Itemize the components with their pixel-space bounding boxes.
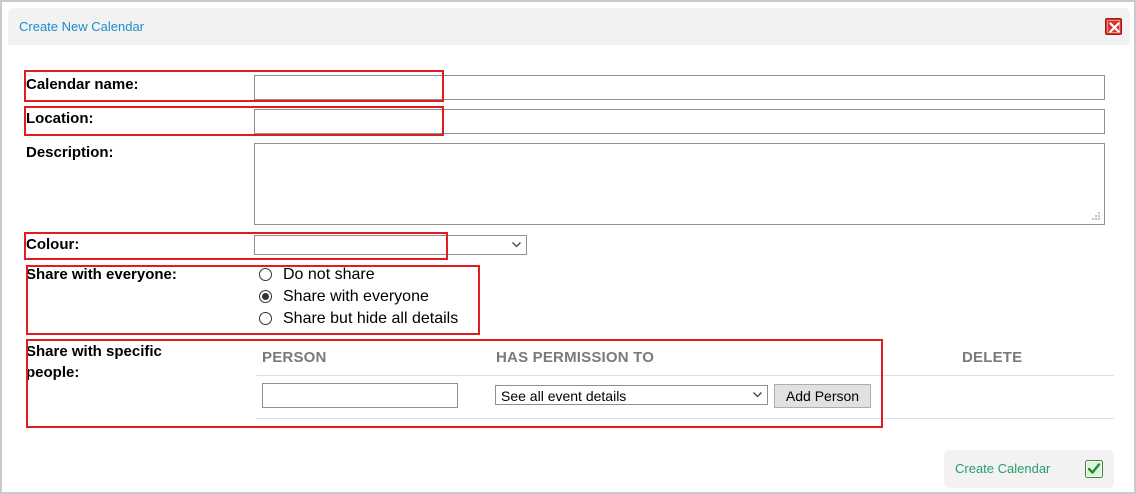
- share-specific-label: Share with specific people:: [26, 343, 162, 381]
- colour-select[interactable]: [254, 235, 527, 255]
- share-everyone-label: Share with everyone:: [26, 266, 177, 283]
- radio-label: Share but hide all details: [283, 310, 459, 327]
- radio-do-not-share[interactable]: Do not share: [259, 266, 459, 286]
- location-input[interactable]: [254, 109, 1105, 134]
- radio-share-hide-details[interactable]: Share but hide all details: [259, 310, 474, 330]
- radio-button-selected[interactable]: [259, 290, 272, 303]
- create-calendar-button[interactable]: Create Calendar: [944, 450, 1114, 488]
- radio-share-with-everyone[interactable]: Share with everyone: [259, 288, 459, 308]
- radio-button[interactable]: [259, 312, 272, 325]
- add-person-button[interactable]: Add Person: [774, 384, 871, 408]
- dialog-title: Create New Calendar: [19, 19, 145, 34]
- table-row-divider: [256, 418, 1114, 419]
- description-textarea[interactable]: [254, 143, 1105, 225]
- dialog-titlebar: [8, 8, 1130, 45]
- permission-select[interactable]: See all event details: [495, 385, 768, 405]
- column-header-delete: DELETE: [962, 349, 1023, 366]
- calendar-name-input[interactable]: [254, 75, 1105, 100]
- column-header-person: PERSON: [262, 349, 327, 366]
- checkmark-icon: [1085, 460, 1103, 478]
- close-button[interactable]: [1105, 18, 1122, 35]
- resize-grip-icon[interactable]: [1091, 211, 1101, 221]
- calendar-name-label: Calendar name:: [26, 76, 139, 93]
- permission-select-value: See all event details: [501, 388, 627, 404]
- create-calendar-dialog: Create New Calendar Calendar name: Locat…: [0, 0, 1136, 494]
- chevron-down-icon: [753, 392, 762, 398]
- chevron-down-icon: [512, 242, 521, 248]
- radio-label: Do not share: [283, 266, 375, 283]
- column-header-permission: HAS PERMISSION TO: [496, 349, 655, 366]
- create-calendar-label: Create Calendar: [955, 461, 1051, 476]
- person-input[interactable]: [262, 383, 458, 408]
- colour-label: Colour:: [26, 236, 80, 253]
- table-header-divider: [256, 375, 1114, 376]
- radio-button[interactable]: [259, 268, 272, 281]
- radio-label: Share with everyone: [283, 288, 429, 305]
- location-label: Location:: [26, 110, 94, 127]
- description-label: Description:: [26, 144, 114, 161]
- close-icon: [1109, 22, 1120, 33]
